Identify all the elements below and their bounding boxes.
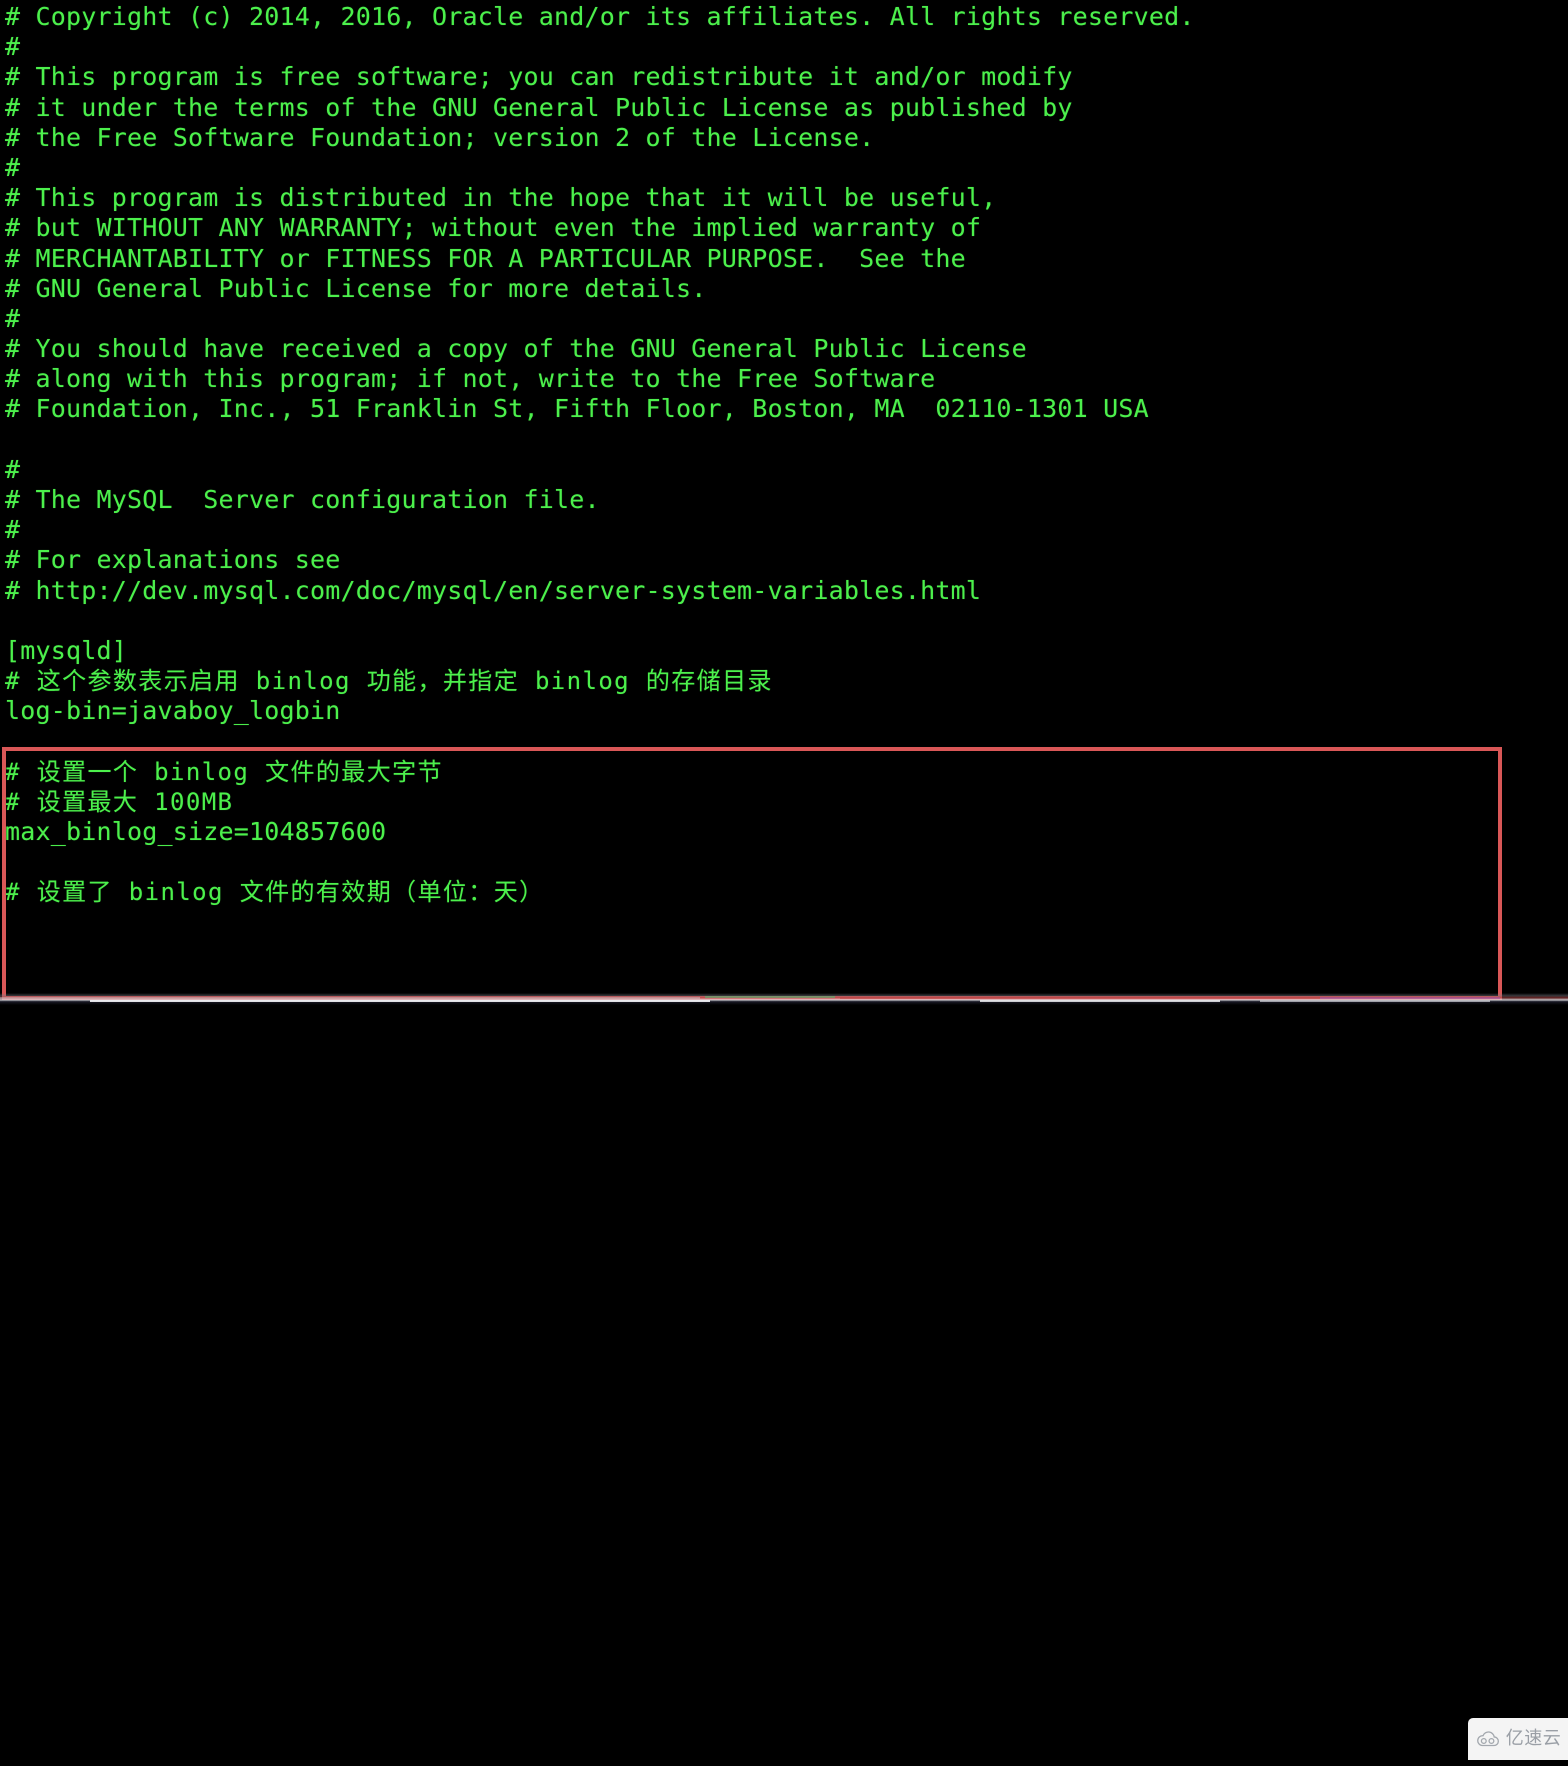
code-line: # along with this program; if not, write… (5, 364, 936, 394)
code-line: # the Free Software Foundation; version … (5, 122, 875, 152)
code-line: # (5, 454, 21, 484)
code-line: # GNU General Public License for more de… (5, 273, 707, 303)
code-line: max_binlog_size=104857600 (5, 817, 387, 847)
watermark-text: 亿速云 (1505, 1728, 1562, 1749)
code-line: # For explanations see (5, 545, 341, 575)
terminal-window[interactable]: # Copyright (c) 2014, 2016, Oracle and/o… (0, 0, 1568, 1005)
code-line: # The MySQL Server configuration file. (5, 485, 600, 514)
watermark: 亿速云 (1468, 1718, 1568, 1760)
cloud-icon (1475, 1730, 1501, 1748)
code-line: # (5, 515, 21, 545)
code-line: # This program is distributed in the hop… (5, 183, 997, 213)
config-file-text[interactable]: # Copyright (c) 2014, 2016, Oracle and/o… (0, 0, 1568, 908)
page-background (0, 1005, 1568, 1766)
code-line: [mysqld] (5, 635, 128, 665)
code-line: # 设置一个 binlog 文件的最大字节 (5, 757, 443, 786)
code-line: # You should have received a copy of the… (5, 334, 1027, 364)
code-line: # (5, 152, 21, 182)
code-line: # Foundation, Inc., 51 Franklin St, Fift… (5, 394, 1149, 424)
code-line: # This program is free software; you can… (5, 62, 1073, 92)
code-line: # (5, 303, 21, 333)
code-line: # Copyright (c) 2014, 2016, Oracle and/o… (5, 2, 1195, 31)
code-line: # http://dev.mysql.com/doc/mysql/en/serv… (5, 575, 982, 605)
code-line: # (5, 32, 21, 62)
code-line: # MERCHANTABILITY or FITNESS FOR A PARTI… (5, 243, 966, 273)
code-line: # 这个参数表示启用 binlog 功能，并指定 binlog 的存储目录 (5, 667, 773, 696)
code-line: log-bin=javaboy_logbin (5, 696, 341, 726)
screenshot-artifact-strip (0, 993, 1568, 1005)
code-line: # 设置了 binlog 文件的有效期（单位：天） (5, 878, 545, 907)
code-line: # but WITHOUT ANY WARRANTY; without even… (5, 213, 982, 243)
code-line: # 设置最大 100MB (5, 787, 234, 816)
code-line: # it under the terms of the GNU General … (5, 92, 1073, 122)
